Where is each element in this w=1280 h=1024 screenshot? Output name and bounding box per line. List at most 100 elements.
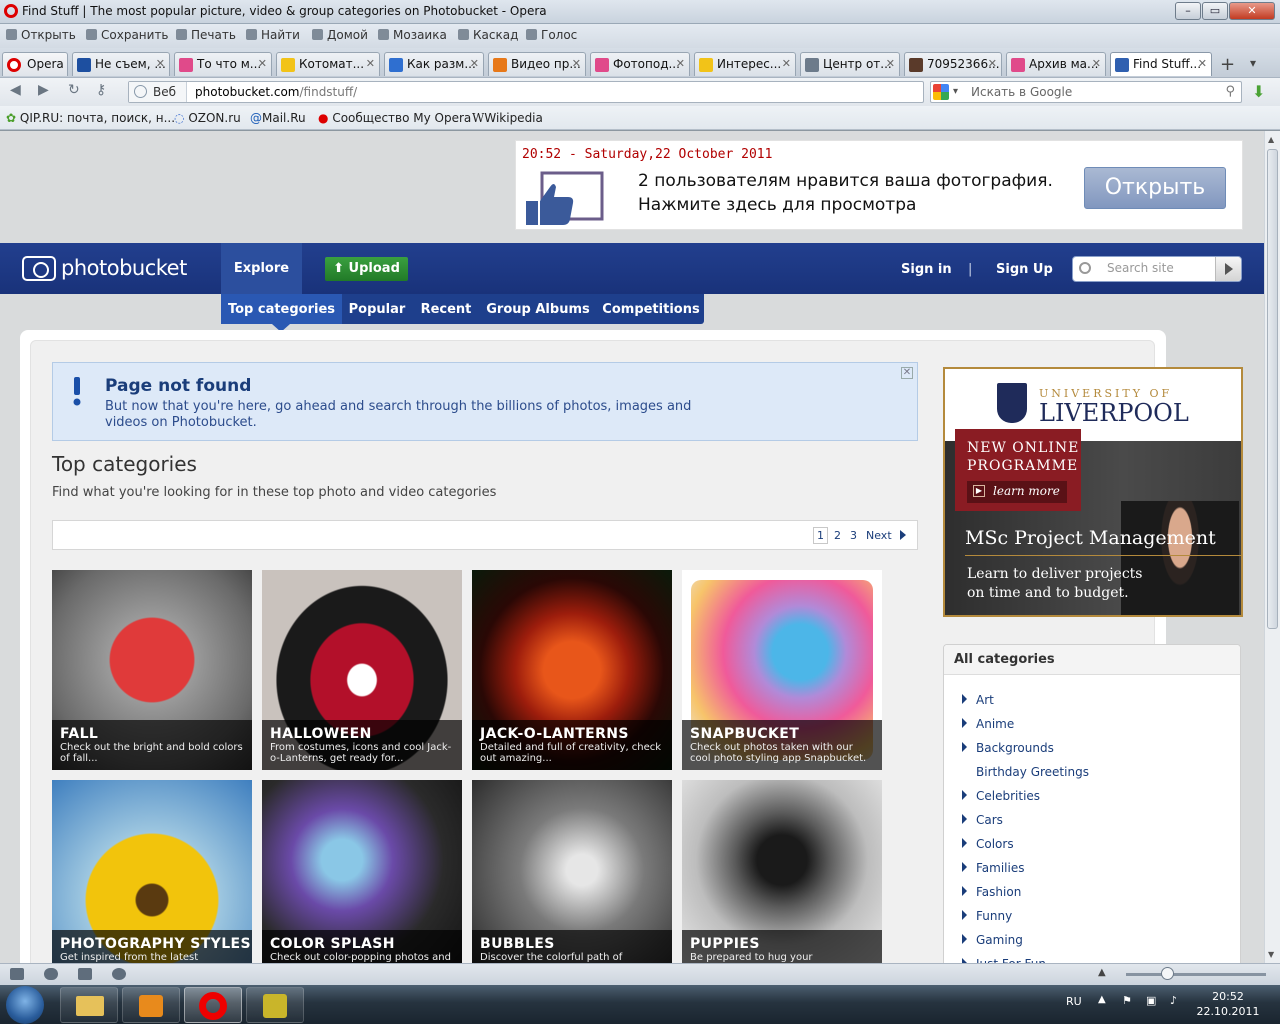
page-1-link[interactable]: 1: [813, 527, 828, 544]
category-expand-icon[interactable]: [962, 694, 967, 704]
browser-tab[interactable]: Котомат... ✕: [276, 52, 380, 76]
system-clock[interactable]: 20:52 22.10.2011: [1196, 989, 1260, 1019]
category-expand-icon[interactable]: [962, 814, 967, 824]
browser-tab[interactable]: Центр от... ✕: [800, 52, 900, 76]
vertical-scrollbar[interactable]: ▲ ▼: [1264, 131, 1280, 963]
bookmark-mailru[interactable]: @Mail.Ru: [250, 111, 306, 125]
bookmark-myopera[interactable]: ● Сообщество My Opera: [318, 111, 471, 125]
share-icon[interactable]: [78, 968, 92, 980]
scroll-up-icon[interactable]: ▲: [1268, 135, 1274, 144]
category-tile-bubbles[interactable]: BUBBLESDiscover the colorful path of bub…: [472, 780, 672, 963]
key-icon[interactable]: ⚷: [96, 82, 106, 98]
tab-close-icon[interactable]: ✕: [1198, 57, 1207, 70]
explore-tab[interactable]: Explore: [221, 243, 302, 294]
category-link[interactable]: Backgrounds: [976, 741, 1054, 755]
search-go-button[interactable]: [1215, 257, 1241, 281]
category-tile-snapbucket[interactable]: SNAPBUCKET Check out photos taken with ou…: [682, 570, 882, 770]
browser-tab[interactable]: Фотопод... ✕: [590, 52, 690, 76]
tab-list-icon[interactable]: ▾: [1250, 56, 1256, 70]
browser-tab[interactable]: Видео пр... ✕: [488, 52, 586, 76]
ad-open-button[interactable]: Открыть: [1084, 167, 1226, 209]
browser-tab[interactable]: 70952366... ✕: [904, 52, 1002, 76]
subnav-top-categories[interactable]: Top categories: [221, 294, 342, 324]
language-indicator[interactable]: RU: [1066, 995, 1082, 1008]
category-link[interactable]: Cars: [976, 813, 1003, 827]
category-tile-puppies[interactable]: PUPPIES Be prepared to hug your: [682, 780, 882, 963]
category-tile-halloween[interactable]: HALLOWEEN From costumes, icons and cool J…: [262, 570, 462, 770]
scroll-down-icon[interactable]: ▼: [1268, 950, 1274, 959]
category-expand-icon[interactable]: [962, 862, 967, 872]
menu-open[interactable]: Открыть: [6, 28, 76, 42]
browser-tab[interactable]: Не съем, ... ✕: [72, 52, 170, 76]
new-tab-button[interactable]: +: [1220, 54, 1235, 75]
sign-up-link[interactable]: Sign Up: [996, 262, 1053, 277]
page-2-link[interactable]: 2: [834, 529, 841, 542]
menu-tile[interactable]: Мозаика: [378, 28, 447, 42]
menu-cascade[interactable]: Каскад: [458, 28, 518, 42]
explorer-taskbar-button[interactable]: [60, 987, 118, 1023]
speed-dial-icon[interactable]: [112, 968, 126, 980]
category-link[interactable]: Funny: [976, 909, 1012, 923]
google-search-field[interactable]: ▾ Искать в Google ⚲: [930, 81, 1242, 103]
next-arrow-icon[interactable]: [900, 530, 906, 540]
close-window-button[interactable]: ✕: [1229, 2, 1275, 20]
category-expand-icon[interactable]: [962, 934, 967, 944]
tab-close-icon[interactable]: ✕: [1092, 57, 1101, 70]
browser-tab[interactable]: Интерес... ✕: [694, 52, 796, 76]
photobucket-logo[interactable]: photobucket: [22, 256, 187, 281]
category-link[interactable]: Birthday Greetings: [976, 765, 1089, 779]
flag-icon[interactable]: ⚑: [1122, 994, 1132, 1007]
site-search-input[interactable]: Search site: [1072, 256, 1242, 282]
next-page-link[interactable]: Next: [866, 529, 892, 542]
search-engine-dropdown-icon[interactable]: ▾: [953, 86, 958, 97]
browser-tab[interactable]: То что м... ✕: [174, 52, 272, 76]
category-link[interactable]: Families: [976, 861, 1024, 875]
tab-close-icon[interactable]: ✕: [156, 57, 165, 70]
tab-close-icon[interactable]: ✕: [470, 57, 479, 70]
browser-tab[interactable]: Find Stuff... ✕: [1110, 52, 1212, 76]
learn-more-button[interactable]: ▶ learn more: [967, 481, 1067, 503]
tab-close-icon[interactable]: ✕: [258, 57, 267, 70]
bookmark-wikipedia[interactable]: WWikipedia: [472, 111, 543, 125]
network-icon[interactable]: ▣: [1146, 994, 1156, 1007]
bookmark-qip[interactable]: ✿ QIP.RU: почта, поиск, н...: [6, 111, 175, 125]
category-expand-icon[interactable]: [962, 742, 967, 752]
tab-close-icon[interactable]: ✕: [572, 57, 581, 70]
category-tile-jack-o-lanterns[interactable]: JACK-O-LANTERNS Detailed and full of crea…: [472, 570, 672, 770]
bookmark-ozon[interactable]: ◌ OZON.ru: [174, 111, 241, 125]
subnav-group-albums[interactable]: Group Albums: [480, 294, 596, 324]
opera-taskbar-button[interactable]: [184, 987, 242, 1023]
category-expand-icon[interactable]: [962, 838, 967, 848]
media-player-taskbar-button[interactable]: [122, 987, 180, 1023]
address-field[interactable]: Веб photobucket.com/findstuff/: [128, 81, 924, 103]
subnav-recent[interactable]: Recent: [414, 294, 478, 324]
tab-close-icon[interactable]: ✕: [782, 57, 791, 70]
volume-icon[interactable]: ♪: [1170, 994, 1177, 1007]
qip-taskbar-button[interactable]: [246, 987, 304, 1023]
menu-find[interactable]: Найти: [246, 28, 300, 42]
search-icon[interactable]: ⚲: [1225, 84, 1235, 99]
menu-save[interactable]: Сохранить: [86, 28, 169, 42]
category-expand-icon[interactable]: [962, 886, 967, 896]
sign-in-link[interactable]: Sign in: [901, 262, 952, 277]
close-notice-icon[interactable]: ✕: [901, 367, 913, 379]
category-link[interactable]: Anime: [976, 717, 1014, 731]
start-button[interactable]: [6, 986, 44, 1024]
category-tile-color-splash[interactable]: COLOR SPLASH Check out color-popping phot…: [262, 780, 462, 963]
download-arrow-icon[interactable]: ⬇: [1252, 82, 1265, 101]
category-tile-photography-styles[interactable]: PHOTOGRAPHY STYLES Get inspired from the …: [52, 780, 252, 963]
page-3-link[interactable]: 3: [850, 529, 857, 542]
zoom-slider[interactable]: [1126, 973, 1266, 976]
upload-button[interactable]: ⬆ Upload: [325, 257, 408, 281]
category-expand-icon[interactable]: [962, 718, 967, 728]
zoom-up-icon[interactable]: ▲: [1098, 967, 1106, 978]
browser-tab[interactable]: Как разм... ✕: [384, 52, 484, 76]
category-link[interactable]: Art: [976, 693, 994, 707]
category-expand-icon[interactable]: [962, 790, 967, 800]
category-link[interactable]: Colors: [976, 837, 1014, 851]
category-tile-fall[interactable]: FALL Check out the bright and bold colors…: [52, 570, 252, 770]
subnav-popular[interactable]: Popular: [342, 294, 412, 324]
zoom-slider-handle[interactable]: [1161, 967, 1174, 980]
category-link[interactable]: Gaming: [976, 933, 1023, 947]
category-link[interactable]: Fashion: [976, 885, 1021, 899]
